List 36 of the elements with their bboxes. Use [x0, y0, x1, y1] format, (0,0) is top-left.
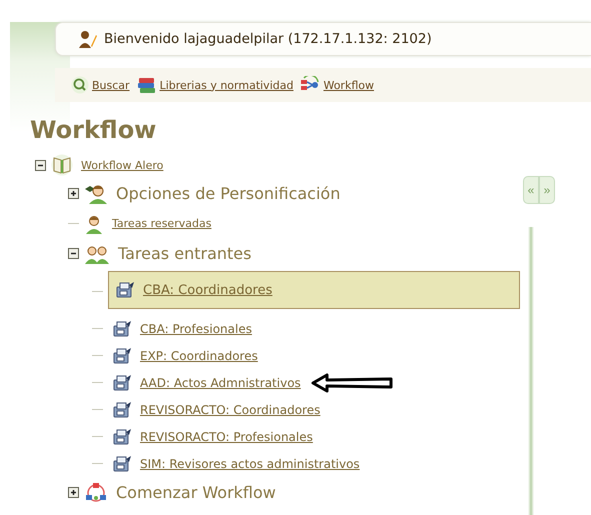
book-icon	[51, 154, 73, 176]
expand-toggle[interactable]	[68, 487, 79, 498]
user-edit-icon	[78, 30, 98, 48]
queue-link[interactable]: SIM: Revisores actos administrativos	[108, 450, 364, 477]
person-icon	[84, 214, 104, 234]
printer-icon	[112, 428, 132, 446]
tree-group-item[interactable]: Opciones de Personificación	[84, 178, 340, 209]
tree-link[interactable]: Workflow Alero	[51, 152, 164, 178]
queue-link[interactable]: AAD: Actos Admnistrativos	[108, 369, 305, 396]
network-icon	[84, 482, 108, 504]
printer-icon	[112, 400, 132, 418]
nav-link[interactable]: Workflow	[300, 76, 374, 94]
people-icon	[84, 244, 110, 264]
printer-icon	[112, 346, 132, 364]
printer-icon	[115, 281, 135, 299]
nav-link[interactable]: Librerias y normatividad	[136, 76, 294, 94]
tree-link[interactable]: Tareas reservadas	[84, 209, 212, 238]
books-icon	[136, 76, 157, 94]
expand-toggle[interactable]	[68, 188, 79, 199]
queue-link[interactable]: REVISORACTO: Coordinadores	[108, 396, 324, 423]
page-title: Workflow	[30, 116, 158, 146]
printer-icon	[112, 374, 132, 392]
queue-link[interactable]: CBA: Coordinadores	[108, 271, 520, 309]
collapse-toggle[interactable]	[68, 248, 79, 259]
welcome-text: Bienvenido lajaguadelpilar (172.17.1.132: 2102)	[104, 31, 432, 47]
queue-link[interactable]: CBA: Profesionales	[108, 315, 256, 342]
search-icon	[71, 76, 89, 94]
collapse-toggle[interactable]	[35, 160, 46, 170]
queue-link[interactable]: EXP: Coordinadores	[108, 342, 262, 369]
printer-icon	[112, 320, 132, 338]
printer-icon	[112, 454, 132, 472]
tree-group-item[interactable]: Tareas entrantes	[84, 238, 252, 269]
person-icon	[84, 182, 108, 204]
queue-link[interactable]: REVISORACTO: Profesionales	[108, 423, 317, 450]
nav-link[interactable]: Buscar	[71, 76, 130, 94]
tree-group-item[interactable]: Comenzar Workflow	[84, 477, 276, 508]
